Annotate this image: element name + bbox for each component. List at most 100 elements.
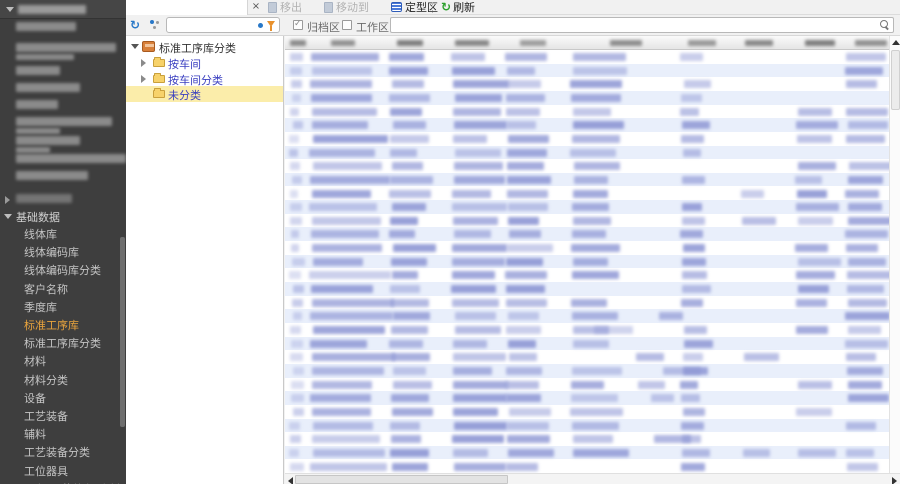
table-row[interactable] [285, 296, 889, 310]
refresh-button[interactable]: ↻刷新 [441, 0, 475, 15]
redacted-column-header[interactable] [397, 40, 423, 46]
sidebar-item-10[interactable]: 设备 [0, 389, 126, 405]
tree-node-2[interactable]: 按车间分类 [126, 71, 284, 87]
scroll-up-icon[interactable] [892, 40, 900, 45]
table-row[interactable] [285, 378, 889, 392]
table-row[interactable] [285, 187, 889, 201]
redacted-sidebar-item[interactable] [16, 128, 60, 134]
sidebar-item-1[interactable]: 线体库 [0, 225, 126, 241]
sidebar-item-4[interactable]: 客户名称 [0, 280, 126, 296]
table-row[interactable] [285, 323, 889, 337]
redacted-column-header[interactable] [610, 40, 642, 46]
table-row[interactable] [285, 391, 889, 405]
tree-expand-icon[interactable] [141, 59, 146, 67]
redacted-sidebar-item[interactable] [16, 43, 116, 52]
table-row[interactable] [285, 50, 889, 64]
redacted-sidebar-item[interactable] [16, 66, 60, 75]
table-row[interactable] [285, 405, 889, 419]
sidebar-item-12[interactable]: 辅料 [0, 425, 126, 441]
vertical-scrollbar[interactable] [889, 36, 900, 473]
table-row[interactable] [285, 282, 889, 296]
tree-node-1[interactable]: 按车间 [126, 55, 284, 71]
scroll-left-icon[interactable] [288, 477, 293, 484]
match-dot-icon[interactable] [258, 23, 263, 28]
table-row[interactable] [285, 105, 889, 119]
redacted-column-header[interactable] [520, 40, 546, 46]
tree-locate-icon[interactable] [150, 20, 162, 30]
redacted-column-header[interactable] [455, 40, 489, 46]
tree-search-input[interactable] [170, 19, 254, 31]
sidebar-scrollbar-thumb[interactable] [120, 237, 125, 427]
tree-collapse-icon[interactable] [131, 44, 139, 49]
tree-node-3[interactable]: 未分类 [126, 86, 284, 102]
tree-refresh-icon[interactable]: ↻ [130, 18, 144, 32]
sidebar-item-5[interactable]: 季度库 [0, 298, 126, 314]
redacted-sidebar-item[interactable] [16, 171, 88, 180]
redacted-column-header[interactable] [855, 40, 887, 46]
table-row[interactable] [285, 159, 889, 173]
redacted-sidebar-item[interactable] [16, 100, 58, 109]
redacted-column-header[interactable] [290, 40, 306, 46]
table-row[interactable] [285, 132, 889, 146]
table-row[interactable] [285, 460, 889, 474]
table-row[interactable] [285, 419, 889, 433]
work-area-checkbox[interactable] [342, 20, 352, 30]
tab-close-icon[interactable]: × [250, 0, 262, 14]
sidebar-group-basic-data[interactable]: 基础数据 [0, 208, 126, 224]
search-icon[interactable] [880, 20, 890, 30]
table-row[interactable] [285, 173, 889, 187]
horizontal-scrollbar[interactable] [285, 473, 900, 484]
table-row[interactable] [285, 118, 889, 132]
sidebar-item-11[interactable]: 工艺装备 [0, 407, 126, 423]
collapse-arrow-icon[interactable] [6, 7, 14, 12]
redacted-sidebar-item[interactable] [16, 136, 80, 145]
table-row[interactable] [285, 77, 889, 91]
table-row[interactable] [285, 214, 889, 228]
redacted-column-header[interactable] [745, 40, 773, 46]
table-row[interactable] [285, 268, 889, 282]
sidebar-item-13[interactable]: 工艺装备分类 [0, 443, 126, 459]
redacted-sidebar-item[interactable] [16, 22, 76, 31]
redacted-sidebar-item[interactable] [16, 154, 126, 163]
redacted-sidebar-item[interactable] [16, 147, 50, 153]
sidebar-item-15[interactable]: 设备(工艺装备)资料 [0, 480, 126, 484]
redacted-sidebar-item[interactable] [16, 83, 80, 92]
table-row[interactable] [285, 241, 889, 255]
redacted-column-header[interactable] [331, 40, 355, 46]
table-row[interactable] [285, 364, 889, 378]
tree-root-node[interactable]: 标准工序库分类 [126, 39, 284, 55]
table-row[interactable] [285, 64, 889, 78]
active-tab[interactable] [126, 0, 248, 15]
main-filter-input[interactable] [395, 19, 873, 31]
redacted-sidebar-item[interactable] [16, 54, 74, 60]
scroll-right-icon[interactable] [892, 477, 897, 484]
table-row[interactable] [285, 146, 889, 160]
move-to-button[interactable]: 移动到 [324, 0, 369, 15]
vertical-scroll-thumb[interactable] [891, 50, 900, 110]
table-row[interactable] [285, 350, 889, 364]
table-row[interactable] [285, 432, 889, 446]
horizontal-scroll-thumb[interactable] [295, 475, 508, 484]
sidebar-header[interactable] [0, 0, 126, 19]
sidebar-item-6[interactable]: 标准工序库 [0, 316, 126, 332]
redacted-column-header[interactable] [688, 40, 716, 46]
fixed-area-button[interactable]: 定型区 [391, 0, 438, 15]
tree-expand-icon[interactable] [141, 75, 146, 83]
table-row[interactable] [285, 200, 889, 214]
table-row[interactable] [285, 227, 889, 241]
grid-header-row[interactable] [285, 36, 889, 50]
table-row[interactable] [285, 337, 889, 351]
sidebar-item-2[interactable]: 线体编码库 [0, 243, 126, 259]
sidebar-group-collapsed[interactable] [0, 192, 126, 208]
table-row[interactable] [285, 446, 889, 460]
table-row[interactable] [285, 255, 889, 269]
sidebar-item-8[interactable]: 材料 [0, 352, 126, 368]
filter-funnel-icon[interactable] [267, 21, 275, 27]
move-out-button[interactable]: 移出 [268, 0, 302, 15]
table-row[interactable] [285, 91, 889, 105]
redacted-sidebar-item[interactable] [16, 117, 112, 126]
sidebar-item-7[interactable]: 标准工序库分类 [0, 334, 126, 350]
sidebar-item-3[interactable]: 线体编码库分类 [0, 261, 126, 277]
table-row[interactable] [285, 309, 889, 323]
archive-area-checkbox[interactable] [293, 20, 303, 30]
